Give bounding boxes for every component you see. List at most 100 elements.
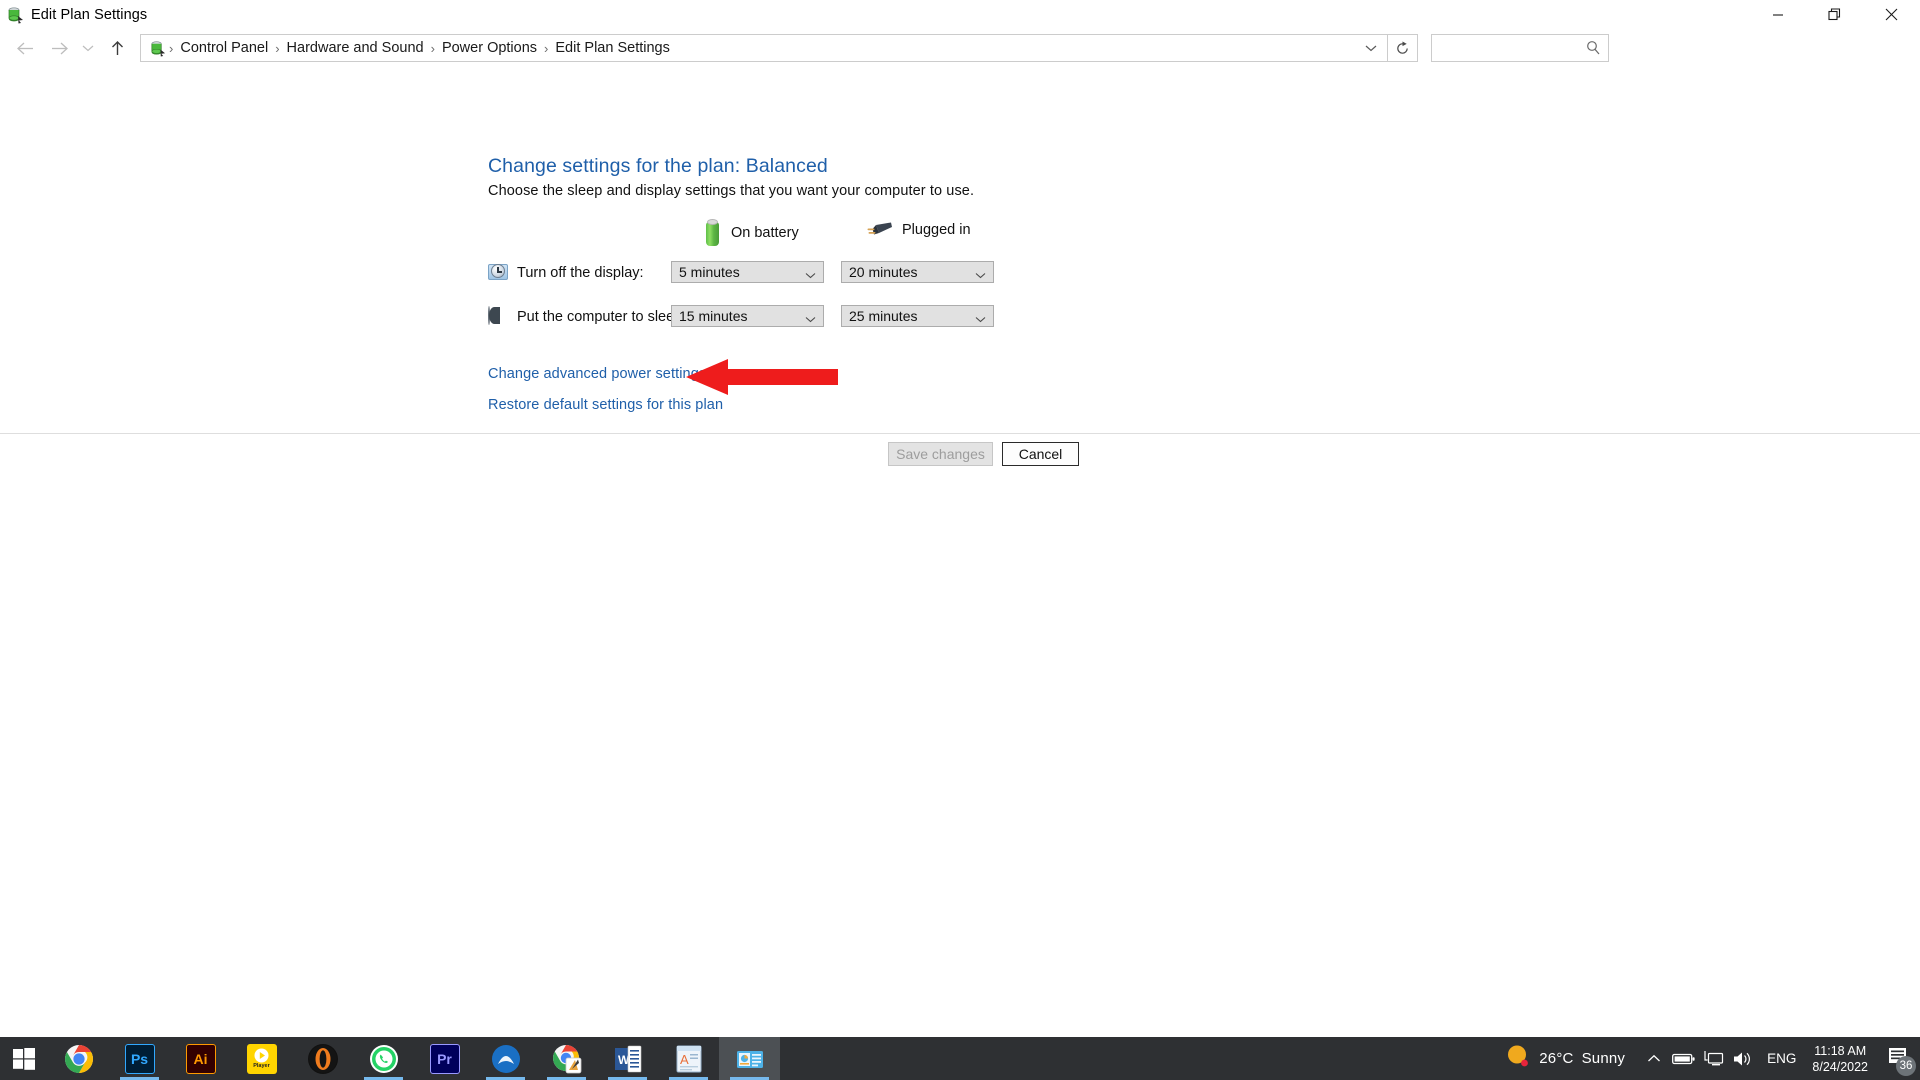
sleep-battery-value: 15 minutes xyxy=(679,308,748,324)
save-changes-button[interactable]: Save changes xyxy=(888,442,993,466)
column-header-plugged-in: Plugged in xyxy=(867,221,971,239)
column-header-on-battery: On battery xyxy=(705,219,799,247)
display-clock-icon xyxy=(488,263,508,283)
system-tray: 26°C Sunny ENG 11:18 AM 8/24/2022 36 xyxy=(1505,1037,1920,1080)
navigation-bar: › Control Panel › Hardware and Sound › P… xyxy=(0,29,1920,67)
chevron-down-icon xyxy=(805,310,816,326)
acrobat-reader-icon: A xyxy=(674,1044,704,1074)
display-plugged-value: 20 minutes xyxy=(849,264,918,280)
photoshop-icon: Ps xyxy=(124,1043,155,1074)
clock-time: 11:18 AM xyxy=(1814,1043,1867,1058)
taskbar: Ps Ai Player Pr W A 26°C Sunny ENG 11:18… xyxy=(0,1037,1920,1080)
setting-label-display: Turn off the display: xyxy=(517,265,644,281)
breadcrumb-item-control-panel[interactable]: Control Panel xyxy=(176,40,272,56)
breadcrumb-item-power-options[interactable]: Power Options xyxy=(438,40,541,56)
breadcrumb-power-icon xyxy=(149,40,166,57)
footer-bar: Save changes Cancel xyxy=(0,433,1920,475)
sleep-icon xyxy=(488,306,508,327)
column-label-on-battery: On battery xyxy=(731,225,799,241)
opera-gx-icon xyxy=(307,1043,338,1074)
restore-button[interactable] xyxy=(1806,0,1863,29)
page-title: Change settings for the plan: Balanced xyxy=(488,155,828,177)
volume-icon[interactable] xyxy=(1729,1037,1759,1080)
setting-row-display: Turn off the display: xyxy=(488,263,644,283)
taskbar-item-illustrator[interactable]: Ai xyxy=(170,1037,231,1080)
sleep-plugged-dropdown[interactable]: 25 minutes xyxy=(841,305,994,327)
network-icon[interactable] xyxy=(1699,1037,1729,1080)
breadcrumb-item-hardware-and-sound[interactable]: Hardware and Sound xyxy=(283,40,428,56)
weather-widget[interactable]: 26°C Sunny xyxy=(1505,1043,1625,1074)
power-plan-icon xyxy=(6,6,24,24)
close-button[interactable] xyxy=(1863,0,1920,29)
breadcrumb-separator: › xyxy=(275,40,280,56)
sleep-battery-dropdown[interactable]: 15 minutes xyxy=(671,305,824,327)
taskbar-item-whatsapp[interactable] xyxy=(353,1037,414,1080)
column-label-plugged-in: Plugged in xyxy=(902,222,971,238)
start-button[interactable] xyxy=(0,1037,48,1080)
illustrator-icon: Ai xyxy=(185,1043,216,1074)
taskbar-item-chrome-app[interactable] xyxy=(536,1037,597,1080)
chevron-down-icon xyxy=(975,310,986,326)
svg-text:A: A xyxy=(680,1052,689,1067)
show-hidden-icons-button[interactable] xyxy=(1639,1037,1669,1080)
back-button[interactable] xyxy=(8,33,42,63)
language-indicator[interactable]: ENG xyxy=(1767,1051,1796,1066)
notification-badge: 36 xyxy=(1896,1056,1916,1076)
red-arrow-annotation xyxy=(686,359,838,400)
breadcrumb-item-edit-plan-settings[interactable]: Edit Plan Settings xyxy=(551,40,673,56)
display-battery-dropdown[interactable]: 5 minutes xyxy=(671,261,824,283)
link-change-advanced-power-settings[interactable]: Change advanced power settings xyxy=(488,366,706,382)
bluestacks-icon xyxy=(491,1044,521,1074)
page-subtitle: Choose the sleep and display settings th… xyxy=(488,183,975,199)
taskbar-item-control-panel[interactable] xyxy=(719,1037,780,1080)
taskbar-item-acrobat-reader[interactable]: A xyxy=(658,1037,719,1080)
word-icon: W xyxy=(613,1044,643,1074)
sun-icon xyxy=(1505,1043,1531,1074)
window-controls xyxy=(1749,0,1920,29)
search-icon xyxy=(1586,40,1601,61)
cancel-button[interactable]: Cancel xyxy=(1002,442,1079,466)
title-bar: Edit Plan Settings xyxy=(0,0,1920,29)
notifications-button[interactable]: 36 xyxy=(1876,1037,1920,1080)
taskbar-item-word[interactable]: W xyxy=(597,1037,658,1080)
clock-widget[interactable]: 11:18 AM 8/24/2022 xyxy=(1812,1043,1868,1075)
chevron-down-icon xyxy=(975,266,986,282)
power-plug-icon xyxy=(867,221,893,239)
display-plugged-dropdown[interactable]: 20 minutes xyxy=(841,261,994,283)
refresh-button[interactable] xyxy=(1388,34,1418,62)
setting-label-sleep: Put the computer to sleep: xyxy=(517,309,687,325)
search-input[interactable] xyxy=(1431,34,1609,62)
taskbar-item-player[interactable]: Player xyxy=(231,1037,292,1080)
forward-button[interactable] xyxy=(42,33,76,63)
recent-locations-button[interactable] xyxy=(76,33,100,63)
player-icon: Player xyxy=(246,1043,277,1074)
clock-date: 8/24/2022 xyxy=(1812,1059,1868,1074)
column-headers: On battery Plugged in xyxy=(488,219,1008,247)
weather-condition: Sunny xyxy=(1581,1050,1626,1067)
taskbar-item-opera-gx[interactable] xyxy=(292,1037,353,1080)
sleep-plugged-value: 25 minutes xyxy=(849,308,918,324)
display-battery-value: 5 minutes xyxy=(679,264,740,280)
battery-tray-icon[interactable] xyxy=(1669,1037,1699,1080)
address-dropdown-button[interactable] xyxy=(1356,35,1386,61)
up-button[interactable] xyxy=(100,33,134,63)
chrome-icon xyxy=(64,1044,94,1074)
taskbar-item-photoshop[interactable]: Ps xyxy=(109,1037,170,1080)
minimize-button[interactable] xyxy=(1749,0,1806,29)
chrome-app-icon xyxy=(552,1044,582,1074)
battery-icon xyxy=(705,219,722,247)
taskbar-item-bluestacks[interactable] xyxy=(475,1037,536,1080)
address-bar[interactable]: › Control Panel › Hardware and Sound › P… xyxy=(140,34,1388,62)
whatsapp-icon xyxy=(369,1044,399,1074)
control-panel-icon xyxy=(735,1044,765,1074)
breadcrumb-separator: › xyxy=(169,40,174,56)
content-area: Change settings for the plan: Balanced C… xyxy=(0,67,1920,475)
breadcrumb-separator: › xyxy=(430,40,435,56)
premiere-pro-icon: Pr xyxy=(429,1043,460,1074)
weather-temperature: 26°C xyxy=(1539,1050,1574,1067)
taskbar-item-chrome[interactable] xyxy=(48,1037,109,1080)
breadcrumb-separator: › xyxy=(544,40,549,56)
setting-row-sleep: Put the computer to sleep: xyxy=(488,306,687,327)
taskbar-item-premiere-pro[interactable]: Pr xyxy=(414,1037,475,1080)
chevron-down-icon xyxy=(805,266,816,282)
